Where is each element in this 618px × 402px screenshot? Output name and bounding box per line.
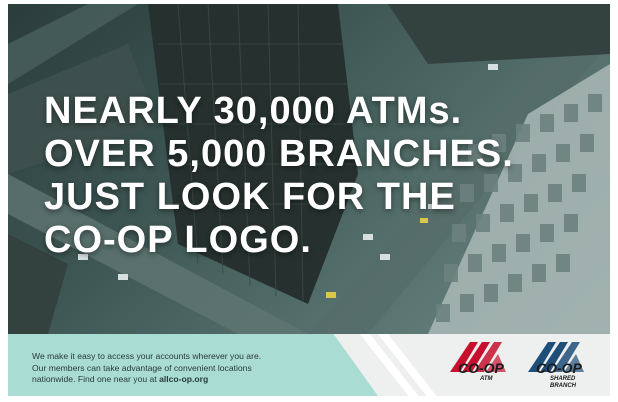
- co-op-atm-logo: CO-OP ATM: [448, 338, 518, 394]
- footer-line-3-text: nationwide. Find one near you at: [32, 374, 157, 384]
- co-op-advertisement: NEARLY 30,000 ATMs. OVER 5,000 BRANCHES.…: [8, 4, 610, 396]
- co-op-shared-branch-logo: CO-OP SHARED BRANCH: [526, 338, 602, 394]
- headline-line-1: NEARLY 30,000 ATMs.: [44, 90, 463, 132]
- footer-copy: We make it easy to access your accounts …: [32, 351, 261, 386]
- co-op-atm-sub: ATM: [480, 376, 493, 382]
- headline-line-2: OVER 5,000 BRANCHES.: [44, 133, 514, 175]
- footer-panel: We make it easy to access your accounts …: [8, 334, 610, 396]
- co-op-atm-name: CO-OP: [458, 360, 504, 376]
- city-aerial-photo: NEARLY 30,000 ATMs. OVER 5,000 BRANCHES.…: [8, 4, 610, 334]
- co-op-shared-branch-sub: SHARED BRANCH: [550, 376, 576, 389]
- co-op-shared-branch-name: CO-OP: [536, 360, 582, 376]
- footer-line-3: nationwide. Find one near you at allco-o…: [32, 374, 261, 386]
- headline-line-3: JUST LOOK FOR THE: [44, 176, 456, 218]
- headline-line-4: CO-OP LOGO.: [44, 219, 312, 261]
- footer-line-2: Our members can take advantage of conven…: [32, 362, 252, 373]
- footer-line-1: We make it easy to access your accounts …: [32, 351, 262, 361]
- headline: NEARLY 30,000 ATMs. OVER 5,000 BRANCHES.…: [44, 90, 514, 262]
- footer-url: allco-op.org: [159, 374, 209, 384]
